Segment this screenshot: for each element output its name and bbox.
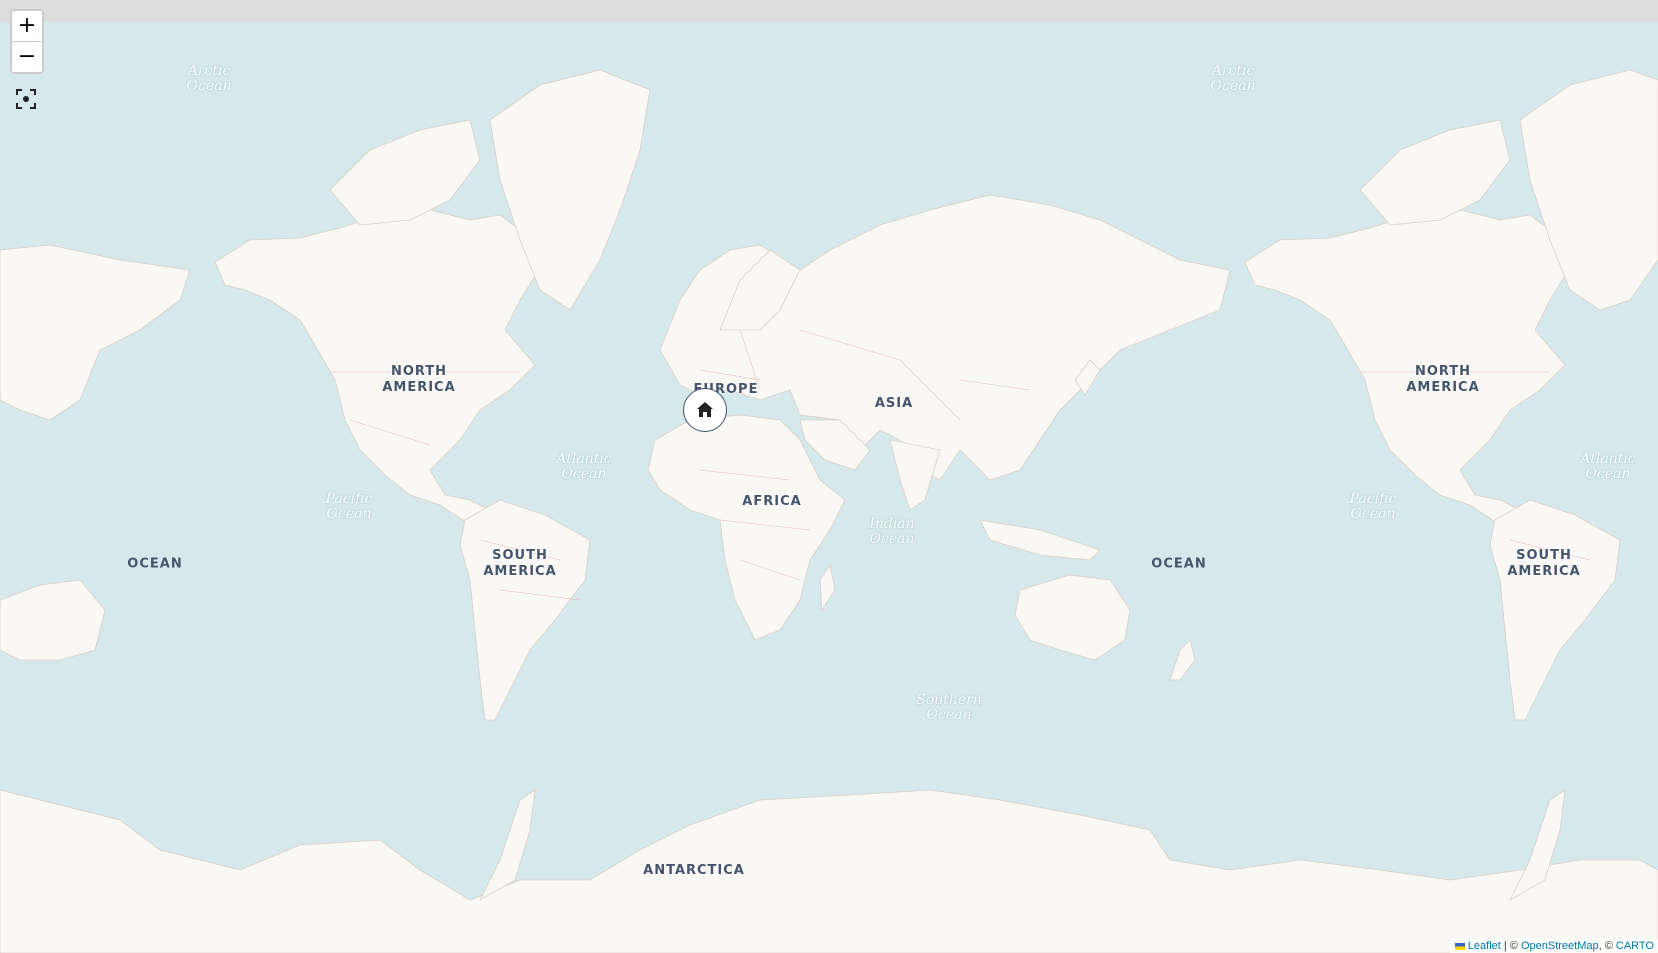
zoom-in-button[interactable]: + (12, 11, 42, 42)
land-antarctica (0, 789, 1658, 953)
carto-link[interactable]: CARTO (1616, 940, 1654, 952)
attribution: Leaflet | © OpenStreetMap, © CARTO (1449, 939, 1658, 953)
land-australia (1014, 574, 1131, 661)
land-arctic-islands (329, 119, 481, 226)
land-arctic-islands-right (1359, 119, 1511, 226)
map-container[interactable]: Arctic Ocean Arctic Ocean NORTH AMERICA … (0, 22, 1658, 953)
land-asia-left (0, 244, 191, 421)
land-madagascar (819, 563, 836, 612)
zoom-control: + − (10, 9, 44, 74)
basemap (0, 69, 1658, 953)
land-south-america (459, 499, 591, 721)
ukraine-flag-icon (1454, 942, 1465, 950)
land-south-america-right (1489, 499, 1621, 721)
openstreetmap-link[interactable]: OpenStreetMap (1521, 940, 1599, 952)
locate-icon (16, 89, 36, 109)
land-new-zealand (1169, 639, 1196, 681)
attribution-separator-2: , © (1598, 940, 1616, 952)
zoom-out-button[interactable]: − (12, 42, 42, 72)
attribution-separator: | © (1500, 940, 1521, 952)
land-australia-left (0, 579, 106, 661)
home-marker[interactable] (683, 388, 727, 432)
home-icon (697, 402, 713, 417)
land-north-america-right (1244, 209, 1576, 526)
leaflet-link[interactable]: Leaflet (1468, 940, 1501, 952)
land-indonesia (979, 519, 1101, 561)
land-north-america (214, 209, 546, 526)
locate-button[interactable] (14, 87, 38, 111)
land-india (889, 439, 941, 511)
